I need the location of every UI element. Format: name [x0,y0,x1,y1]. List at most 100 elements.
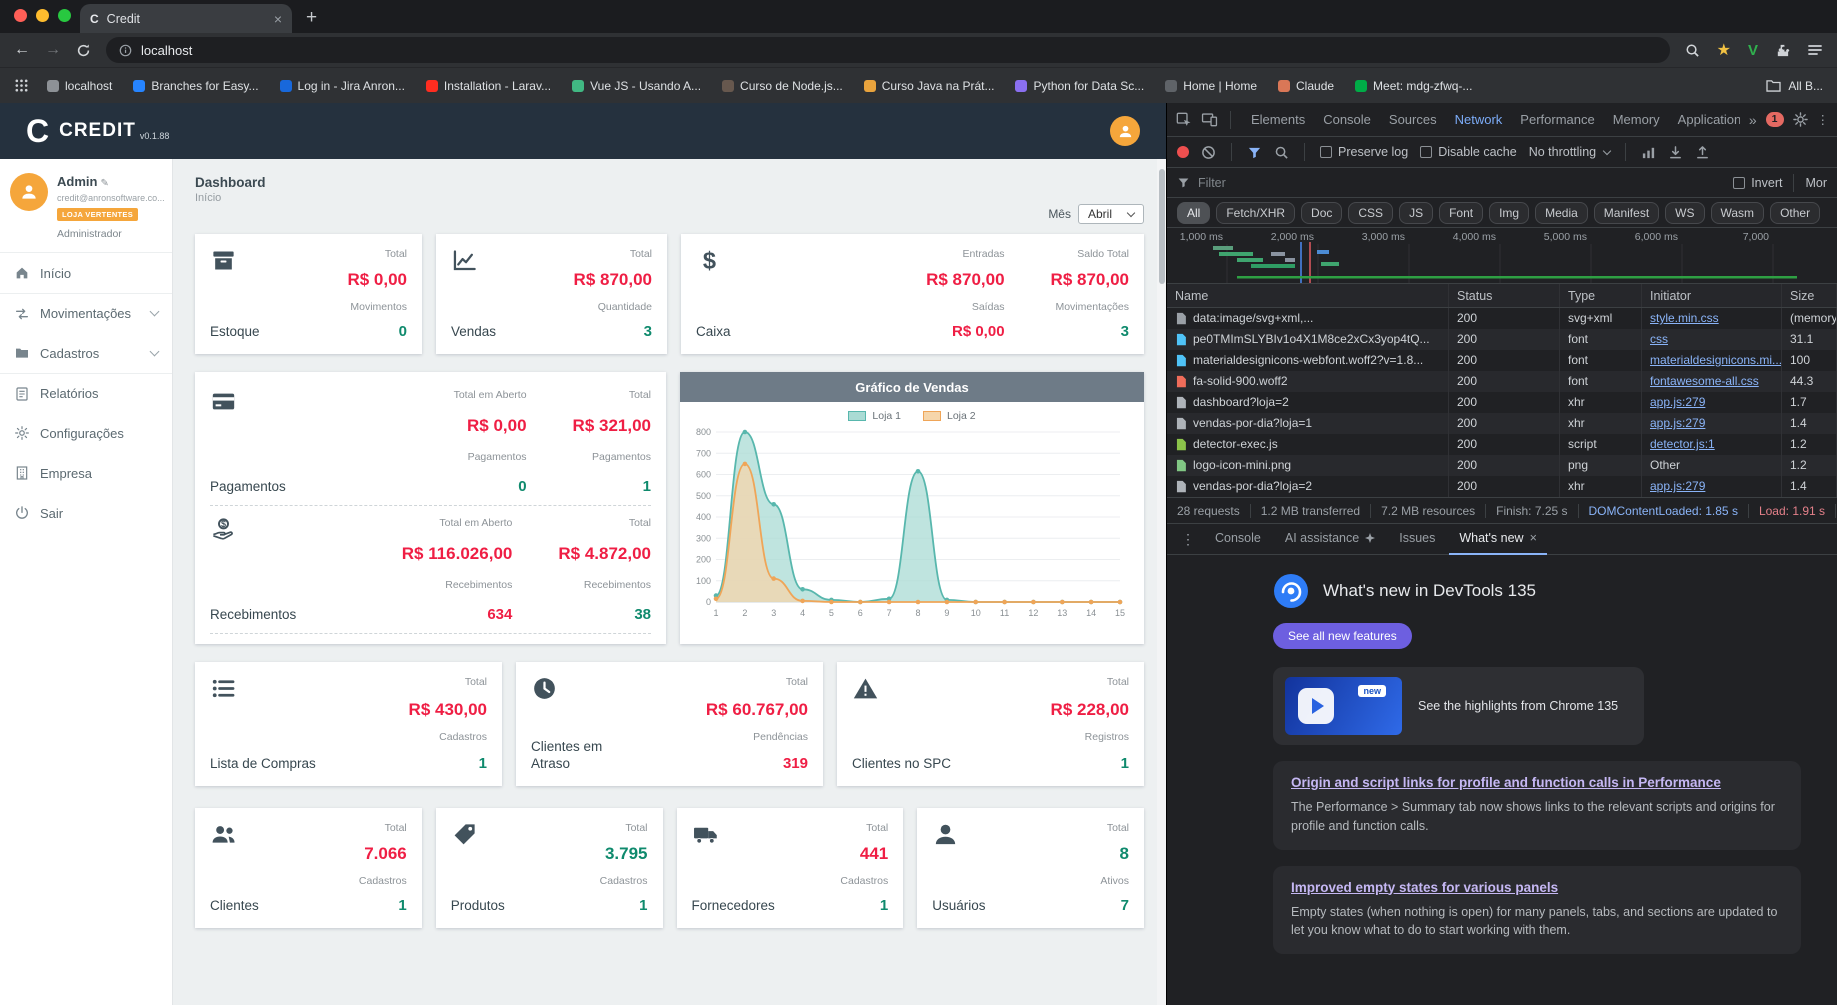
more-panels-icon[interactable]: » [1749,112,1757,128]
close-window-button[interactable] [14,9,27,22]
network-conditions-icon[interactable] [1641,145,1656,160]
filter-chip-all[interactable]: All [1177,201,1211,224]
filter-chip-img[interactable]: Img [1489,201,1530,224]
bookmark-item[interactable]: Python for Data Sc... [1015,79,1144,93]
apps-grid-icon[interactable] [14,78,29,93]
bookmark-item[interactable]: Curso Java na Prát... [863,79,994,93]
devtools-tab-sources[interactable]: Sources [1381,103,1445,136]
request-initiator[interactable]: fontawesome-all.css [1650,374,1759,388]
profile-avatar[interactable] [10,173,48,211]
site-info-icon[interactable] [119,44,132,57]
video-thumbnail[interactable]: new [1285,677,1402,735]
network-request-row[interactable]: vendas-por-dia?loja=2 200 xhr app.js:279 1.4 [1167,476,1837,497]
drawer-tab-console[interactable]: Console [1205,524,1271,555]
user-avatar[interactable] [1110,116,1140,146]
invert-filter-checkbox[interactable]: Invert [1733,176,1782,190]
sidebar-item-cadastros[interactable]: Cadastros [0,333,172,373]
filter-chip-ws[interactable]: WS [1665,201,1705,224]
scrollbar-thumb[interactable] [1158,169,1165,284]
page-scrollbar[interactable] [1157,159,1166,1005]
sidebar-item-relatorios[interactable]: Relatórios [0,373,172,413]
throttling-select[interactable]: No throttling [1529,145,1612,159]
filter-chip-other[interactable]: Other [1770,201,1821,224]
bookmark-item[interactable]: Claude [1278,79,1334,93]
kebab-menu-icon[interactable]: ⋮ [1817,112,1830,127]
filter-chip-css[interactable]: CSS [1348,201,1394,224]
request-initiator[interactable]: css [1650,332,1668,346]
tab-close-icon[interactable]: × [274,11,282,27]
section-link[interactable]: Origin and script links for profile and … [1291,775,1721,790]
search-icon[interactable] [1685,43,1700,58]
preserve-log-checkbox[interactable]: Preserve log [1320,145,1408,159]
request-initiator[interactable]: detector.js:1 [1650,437,1715,451]
column-initiator[interactable]: Initiator [1642,284,1782,307]
bookmark-item[interactable]: Installation - Larav... [425,79,551,93]
network-request-row[interactable]: pe0TMImSLYBIv1o4X1M8ce2xCx3yop4tQ... 200 f… [1167,329,1837,350]
bookmark-star-icon[interactable]: ★ [1717,40,1731,60]
drawer-tab-issues[interactable]: Issues [1389,524,1445,555]
filter-chip-media[interactable]: Media [1535,201,1588,224]
section-link[interactable]: Improved empty states for various panels [1291,880,1558,895]
bookmark-item[interactable]: Log in - Jira Anron... [279,79,405,93]
filter-chip-doc[interactable]: Doc [1301,201,1343,224]
edit-profile-icon[interactable]: ✎ [100,178,108,189]
month-select[interactable]: Abril [1077,204,1144,224]
network-request-row[interactable]: logo-icon-mini.png 200 png Other 1.2 [1167,455,1837,476]
disable-cache-checkbox[interactable]: Disable cache [1420,145,1517,159]
bookmark-item[interactable]: Curso de Node.js... [722,79,843,93]
devtools-tab-memory[interactable]: Memory [1605,103,1668,136]
inspect-element-icon[interactable] [1175,111,1192,128]
filter-chip-wasm[interactable]: Wasm [1710,201,1765,224]
request-initiator[interactable]: app.js:279 [1650,416,1705,430]
network-table-header[interactable]: Name Status Type Initiator Size [1167,284,1837,308]
network-search-icon[interactable] [1274,145,1289,160]
column-status[interactable]: Status [1449,284,1560,307]
devtools-tab-network[interactable]: Network [1447,103,1511,136]
drawer-tab-whats-new[interactable]: What's new × [1449,524,1547,555]
reload-button[interactable] [76,43,91,58]
devtools-tab-performance[interactable]: Performance [1512,103,1602,136]
see-all-new-features-button[interactable]: See all new features [1273,623,1412,649]
bookmark-item[interactable]: Branches for Easy... [133,79,259,93]
sidebar-item-inicio[interactable]: Início [0,253,172,293]
network-request-row[interactable]: data:image/svg+xml,... 200 svg+xml style.mi… [1167,308,1837,329]
sidebar-item-configuracoes[interactable]: Configurações [0,413,172,453]
export-har-icon[interactable] [1695,145,1710,160]
clear-network-log-icon[interactable] [1201,145,1216,160]
filter-funnel-icon[interactable] [1247,145,1262,160]
bookmark-item[interactable]: Meet: mdg-zfwq-... [1355,79,1472,93]
address-bar[interactable]: localhost [106,37,1670,63]
column-size[interactable]: Size [1782,284,1837,307]
extensions-puzzle-icon[interactable] [1775,43,1790,58]
play-icon[interactable] [1298,688,1334,724]
new-tab-button[interactable]: + [306,7,317,29]
request-initiator[interactable]: style.min.css [1650,311,1719,325]
network-request-row[interactable]: vendas-por-dia?loja=1 200 xhr app.js:279 1.4 [1167,413,1837,434]
drawer-tab-ai-assistance[interactable]: AI assistance [1275,524,1385,555]
request-initiator[interactable]: app.js:279 [1650,479,1705,493]
bookmark-item[interactable]: Home | Home [1165,79,1257,93]
network-request-row[interactable]: detector-exec.js 200 script detector.js:1 1.… [1167,434,1837,455]
checkbox-icon[interactable] [1320,146,1332,158]
import-har-icon[interactable] [1668,145,1683,160]
record-network-log-button[interactable] [1177,146,1189,158]
minimize-window-button[interactable] [36,9,49,22]
sidebar-item-empresa[interactable]: Empresa [0,453,172,493]
bookmark-item[interactable]: localhost [47,79,112,93]
drawer-menu-icon[interactable]: ⋮ [1175,531,1201,548]
browser-tab[interactable]: C Credit × [80,4,292,33]
window-controls[interactable] [14,9,71,22]
all-bookmarks-button[interactable]: All B... [1766,79,1823,93]
filter-chip-js[interactable]: JS [1399,201,1434,224]
sidebar-item-sair[interactable]: Sair [0,493,172,533]
column-type[interactable]: Type [1560,284,1642,307]
forward-button[interactable]: → [45,41,61,59]
checkbox-icon[interactable] [1733,176,1746,189]
bookmark-item[interactable]: Vue JS - Usando A... [572,79,701,93]
device-toolbar-icon[interactable] [1201,111,1218,128]
filter-chip-font[interactable]: Font [1439,201,1484,224]
filter-chip-manifest[interactable]: Manifest [1593,201,1660,224]
network-request-row[interactable]: fa-solid-900.woff2 200 font fontawesome-all… [1167,371,1837,392]
network-request-row[interactable]: dashboard?loja=2 200 xhr app.js:279 1.7 [1167,392,1837,413]
more-filters-label[interactable]: Mor [1805,176,1827,190]
